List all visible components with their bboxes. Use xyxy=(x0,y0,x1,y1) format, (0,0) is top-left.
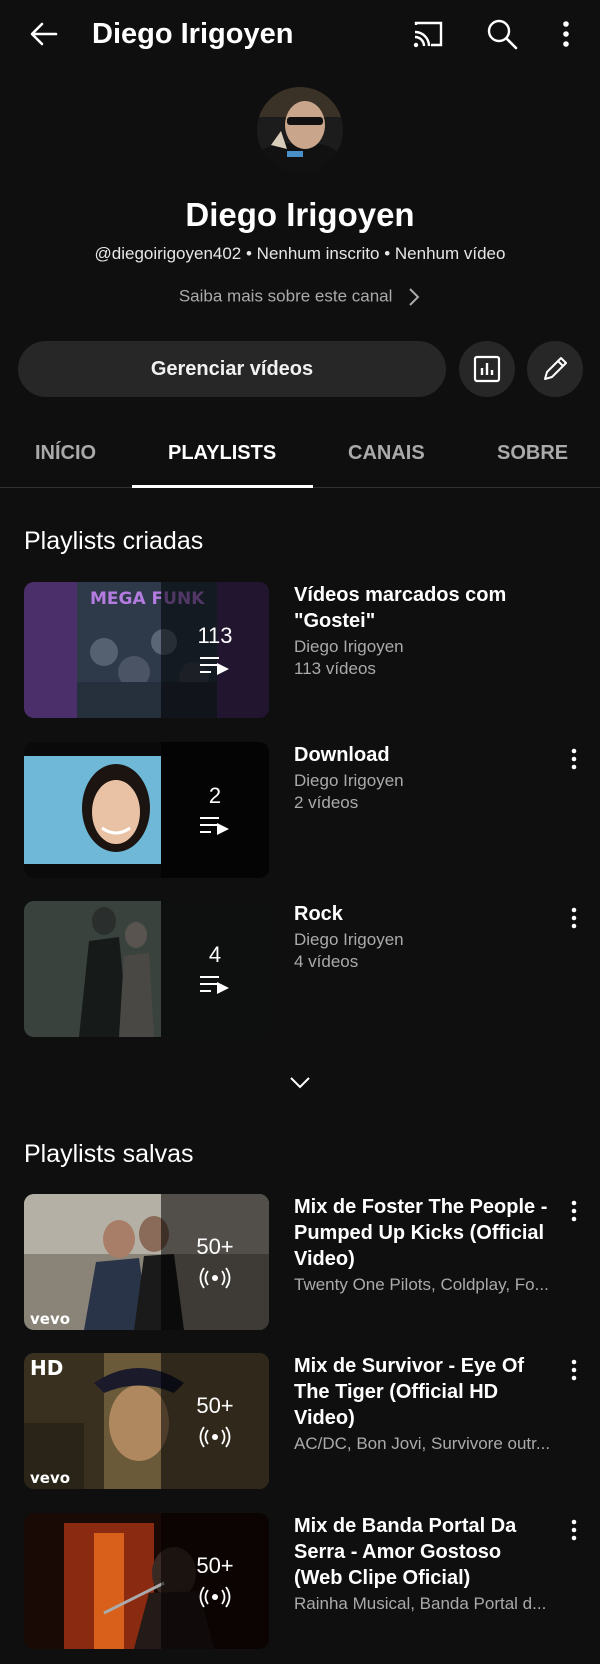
playlist-item[interactable]: 4 Rock Diego Irigoyen 4 vídeos xyxy=(24,901,584,1037)
playlist-count: 4 xyxy=(208,942,222,967)
mix-count: 50+ xyxy=(196,1234,234,1259)
expand-chevron-icon[interactable] xyxy=(286,1073,314,1093)
playlist-count-overlay: 113 xyxy=(161,582,269,718)
chevron-right-icon xyxy=(409,288,420,306)
playlist-owner: Diego Irigoyen xyxy=(294,771,404,790)
more-options-icon[interactable] xyxy=(564,1357,584,1385)
about-channel-label: Saiba mais sobre este canal xyxy=(178,286,393,306)
vevo-badge: vevo xyxy=(30,1310,70,1328)
mix-thumbnail: 50+ xyxy=(24,1513,269,1649)
playlist-owner: Diego Irigoyen xyxy=(294,930,404,949)
playlist-icon xyxy=(200,817,229,835)
mix-info: Mix de Survivor - Eye Of The Tiger (Offi… xyxy=(294,1353,554,1455)
playlist-icon xyxy=(200,976,229,994)
mix-item[interactable]: HD vevo 50+ Mix de Survivor - Eye Of The… xyxy=(24,1353,584,1489)
section-title-created: Playlists criadas xyxy=(24,527,204,555)
tab-canais[interactable]: CANAIS xyxy=(348,442,425,465)
playlist-count: 2 xyxy=(208,783,222,808)
mix-artists: AC/DC, Bon Jovi, Survivore outr... xyxy=(294,1434,551,1453)
playlist-icon xyxy=(200,657,229,675)
mix-count-overlay: 50+ xyxy=(161,1353,269,1489)
more-options-icon[interactable] xyxy=(564,1517,584,1545)
back-arrow-icon[interactable] xyxy=(26,16,62,52)
playlist-video-count: 113 vídeos xyxy=(294,659,376,678)
mix-count-overlay: 50+ xyxy=(161,1513,269,1649)
mix-radio-icon xyxy=(199,1267,231,1289)
top-app-bar: Diego Irigoyen xyxy=(0,0,600,68)
mix-count-overlay: 50+ xyxy=(161,1194,269,1330)
mix-info: Mix de Banda Portal Da Serra - Amor Gost… xyxy=(294,1513,554,1615)
playlist-item[interactable]: MEGA FUNK 113 Vídeos marcados com "Goste… xyxy=(24,582,584,718)
mix-radio-icon xyxy=(199,1426,231,1448)
mix-item[interactable]: vevo 50+ Mix de Foster The People - Pump… xyxy=(24,1194,584,1330)
playlist-owner: Diego Irigoyen xyxy=(294,637,404,656)
channel-name: Diego Irigoyen xyxy=(185,196,415,233)
mix-thumbnail: vevo 50+ xyxy=(24,1194,269,1330)
vevo-badge: vevo xyxy=(30,1469,70,1487)
edit-channel-button[interactable] xyxy=(527,341,583,397)
playlist-title: Vídeos marcados com "Gostei" xyxy=(294,584,507,632)
playlist-video-count: 2 vídeos xyxy=(294,793,359,812)
mix-artists: Rainha Musical, Banda Portal d... xyxy=(294,1594,547,1613)
manage-videos-button[interactable]: Gerenciar vídeos xyxy=(18,341,446,397)
playlist-title: Rock xyxy=(294,903,343,925)
playlist-thumbnail: 4 xyxy=(24,901,269,1037)
tab-inicio[interactable]: INÍCIO xyxy=(35,442,96,465)
tab-sobre[interactable]: SOBRE xyxy=(497,442,568,465)
analytics-button[interactable] xyxy=(459,341,515,397)
tab-playlists[interactable]: PLAYLISTS xyxy=(168,442,276,465)
more-options-icon[interactable] xyxy=(564,746,584,774)
playlist-info: Vídeos marcados com "Gostei" Diego Irigo… xyxy=(294,582,554,680)
mix-radio-icon xyxy=(199,1586,231,1608)
mix-count: 50+ xyxy=(196,1393,234,1418)
playlist-count: 113 xyxy=(197,623,233,648)
playlist-count-overlay: 4 xyxy=(161,901,269,1037)
hd-badge: HD xyxy=(30,1356,63,1380)
pencil-icon xyxy=(544,357,567,380)
more-options-icon[interactable] xyxy=(552,16,580,52)
playlist-info: Download Diego Irigoyen 2 vídeos xyxy=(294,742,554,814)
playlist-info: Rock Diego Irigoyen 4 vídeos xyxy=(294,901,554,973)
active-tab-indicator xyxy=(132,485,313,488)
about-channel-link[interactable]: Saiba mais sobre este canal xyxy=(0,286,600,308)
mix-artists: Twenty One Pilots, Coldplay, Fo... xyxy=(294,1275,549,1294)
analytics-icon xyxy=(473,355,501,383)
playlist-thumbnail: 2 xyxy=(24,742,269,878)
mix-title: Mix de Foster The People - Pumped Up Kic… xyxy=(294,1196,548,1270)
mix-info: Mix de Foster The People - Pumped Up Kic… xyxy=(294,1194,554,1296)
cast-icon[interactable] xyxy=(410,16,446,52)
channel-avatar[interactable] xyxy=(257,87,343,173)
mix-item[interactable]: 50+ Mix de Banda Portal Da Serra - Amor … xyxy=(24,1513,584,1649)
channel-meta: @diegoirigoyen402 • Nenhum inscrito • Ne… xyxy=(94,244,506,263)
playlist-title: Download xyxy=(294,744,390,766)
playlist-thumbnail: MEGA FUNK 113 xyxy=(24,582,269,718)
mix-thumbnail: HD vevo 50+ xyxy=(24,1353,269,1489)
playlist-count-overlay: 2 xyxy=(161,742,269,878)
channel-tabs: INÍCIO PLAYLISTS CANAIS SOBRE xyxy=(0,424,600,488)
more-options-icon[interactable] xyxy=(564,1198,584,1226)
section-title-saved: Playlists salvas xyxy=(24,1140,194,1168)
page-title: Diego Irigoyen xyxy=(92,18,294,50)
mix-title: Mix de Banda Portal Da Serra - Amor Gost… xyxy=(294,1515,517,1589)
more-options-icon[interactable] xyxy=(564,905,584,933)
mix-count: 50+ xyxy=(196,1553,234,1578)
mix-title: Mix de Survivor - Eye Of The Tiger (Offi… xyxy=(294,1355,525,1429)
playlist-item[interactable]: 2 Download Diego Irigoyen 2 vídeos xyxy=(24,742,584,878)
search-icon[interactable] xyxy=(484,16,520,52)
playlist-video-count: 4 vídeos xyxy=(294,952,359,971)
